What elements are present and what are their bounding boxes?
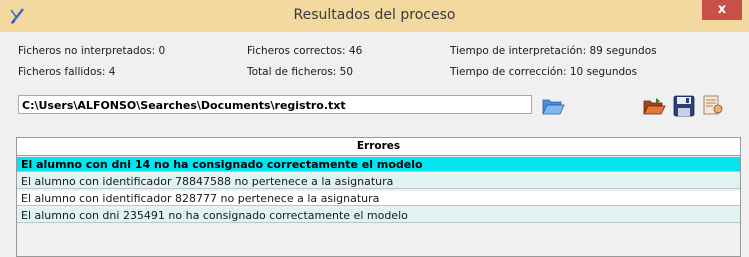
folder-open-icon[interactable]	[541, 95, 565, 117]
stat-fallidos: Ficheros fallidos: 4	[18, 66, 116, 78]
path-field[interactable]: C:\Users\ALFONSO\Searches\Documents\regi…	[18, 95, 532, 114]
stat-no-interpretados: Ficheros no interpretados: 0	[18, 45, 166, 57]
report-icon[interactable]	[701, 94, 725, 116]
table-row[interactable]: El alumno con identificador 78847588 no …	[17, 174, 740, 189]
errors-column-header[interactable]: Errores	[17, 138, 740, 156]
folder-open-red-icon[interactable]	[642, 95, 666, 117]
window-title: Resultados del proceso	[293, 7, 456, 23]
stat-tiempo-interpretacion: Tiempo de interpretación: 89 segundos	[450, 45, 657, 57]
errors-table: Errores El alumno con dni 14 no ha consi…	[16, 137, 741, 257]
floppy-disk-icon[interactable]	[672, 95, 696, 117]
table-row[interactable]: El alumno con dni 14 no ha consignado co…	[17, 157, 740, 172]
stat-correctos: Ficheros correctos: 46	[247, 45, 363, 57]
table-row[interactable]: El alumno con dni 235491 no ha consignad…	[17, 208, 740, 223]
stat-tiempo-correccion: Tiempo de corrección: 10 segundos	[450, 66, 638, 78]
title-bar: Resultados del proceso x	[0, 0, 749, 32]
close-button[interactable]: x	[702, 0, 742, 20]
stat-total: Total de ficheros: 50	[247, 66, 354, 78]
table-row[interactable]: El alumno con identificador 828777 no pe…	[17, 191, 740, 206]
results-window: Resultados del proceso x Ficheros no int…	[0, 0, 749, 257]
